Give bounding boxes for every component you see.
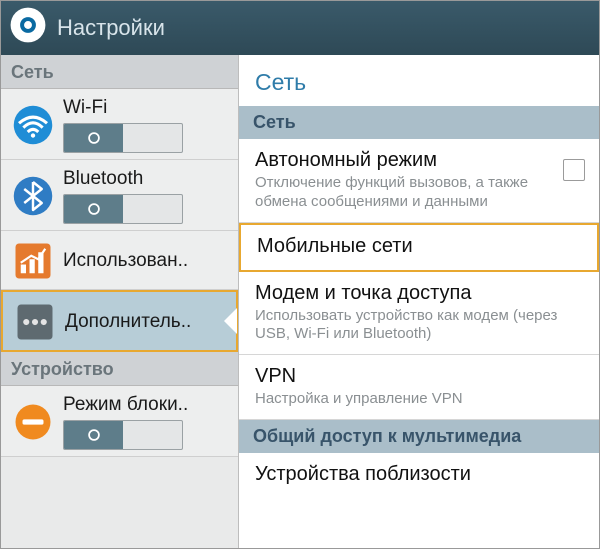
sidebar-item-label: Wi-Fi (63, 97, 228, 119)
selected-indicator-icon (224, 308, 237, 334)
sidebar-item-bluetooth[interactable]: Bluetooth (1, 160, 238, 231)
bluetooth-icon (11, 174, 55, 218)
content-pane: Сеть Сеть Автономный режим Отключение фу… (239, 55, 599, 548)
sidebar-item-label: Использован.. (63, 250, 228, 272)
sidebar: Сеть Wi-Fi (1, 55, 239, 548)
more-icon (13, 300, 57, 344)
row-title: Устройства поблизости (255, 463, 585, 486)
row-nearby-devices[interactable]: Устройства поблизости (239, 453, 599, 498)
row-title: Мобильные сети (257, 235, 583, 258)
section-header-network: Сеть (239, 106, 599, 139)
block-mode-icon (11, 400, 55, 444)
row-mobile-networks[interactable]: Мобильные сети (239, 223, 599, 272)
row-title: VPN (255, 365, 585, 388)
wifi-toggle[interactable] (63, 123, 183, 153)
sidebar-item-block-mode[interactable]: Режим блоки.. (1, 386, 238, 457)
sidebar-section-device: Устройство (1, 352, 238, 386)
row-vpn[interactable]: VPN Настройка и управление VPN (239, 355, 599, 420)
sidebar-item-label: Режим блоки.. (63, 394, 228, 416)
sidebar-item-wifi[interactable]: Wi-Fi (1, 89, 238, 160)
row-subtitle: Использовать устройство как модем (через… (255, 307, 585, 345)
sidebar-item-label: Bluetooth (63, 168, 228, 190)
section-header-media: Общий доступ к мультимедиа (239, 420, 599, 453)
app-header: Настройки (1, 1, 599, 55)
row-airplane-mode[interactable]: Автономный режим Отключение функций вызо… (239, 139, 599, 223)
sidebar-item-label: Дополнитель.. (65, 311, 226, 333)
sidebar-item-data-usage[interactable]: Использован.. (1, 231, 238, 290)
sidebar-section-network: Сеть (1, 55, 238, 89)
airplane-checkbox[interactable] (563, 159, 585, 181)
wifi-icon (11, 103, 55, 147)
sidebar-item-more[interactable]: Дополнитель.. (1, 290, 238, 352)
settings-icon (9, 6, 47, 50)
row-title: Модем и точка доступа (255, 282, 585, 305)
row-tethering[interactable]: Модем и точка доступа Использовать устро… (239, 272, 599, 356)
row-title: Автономный режим (255, 149, 555, 172)
block-mode-toggle[interactable] (63, 420, 183, 450)
row-subtitle: Настройка и управление VPN (255, 390, 585, 409)
row-subtitle: Отключение функций вызовов, а также обме… (255, 174, 555, 212)
app-title: Настройки (57, 15, 165, 41)
bluetooth-toggle[interactable] (63, 194, 183, 224)
data-usage-icon (11, 239, 55, 283)
content-title: Сеть (239, 55, 599, 106)
